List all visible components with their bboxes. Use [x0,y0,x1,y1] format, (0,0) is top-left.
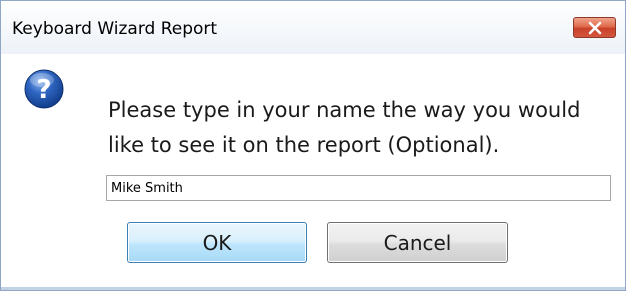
cancel-button[interactable]: Cancel [327,222,508,263]
close-icon [588,21,602,35]
name-input[interactable] [106,175,611,201]
prompt-message: Please type in your name the way you wou… [108,98,581,157]
window-bottom-border [1,287,625,290]
window-title: Keyboard Wizard Report [12,19,218,39]
svg-text:?: ? [36,75,51,105]
question-icon: ? [24,69,64,109]
ok-button[interactable]: OK [127,222,307,263]
close-button[interactable] [573,17,616,38]
title-bar[interactable]: Keyboard Wizard Report [1,1,625,54]
dialog-window: Keyboard Wizard Report ? Please type in … [0,0,626,291]
